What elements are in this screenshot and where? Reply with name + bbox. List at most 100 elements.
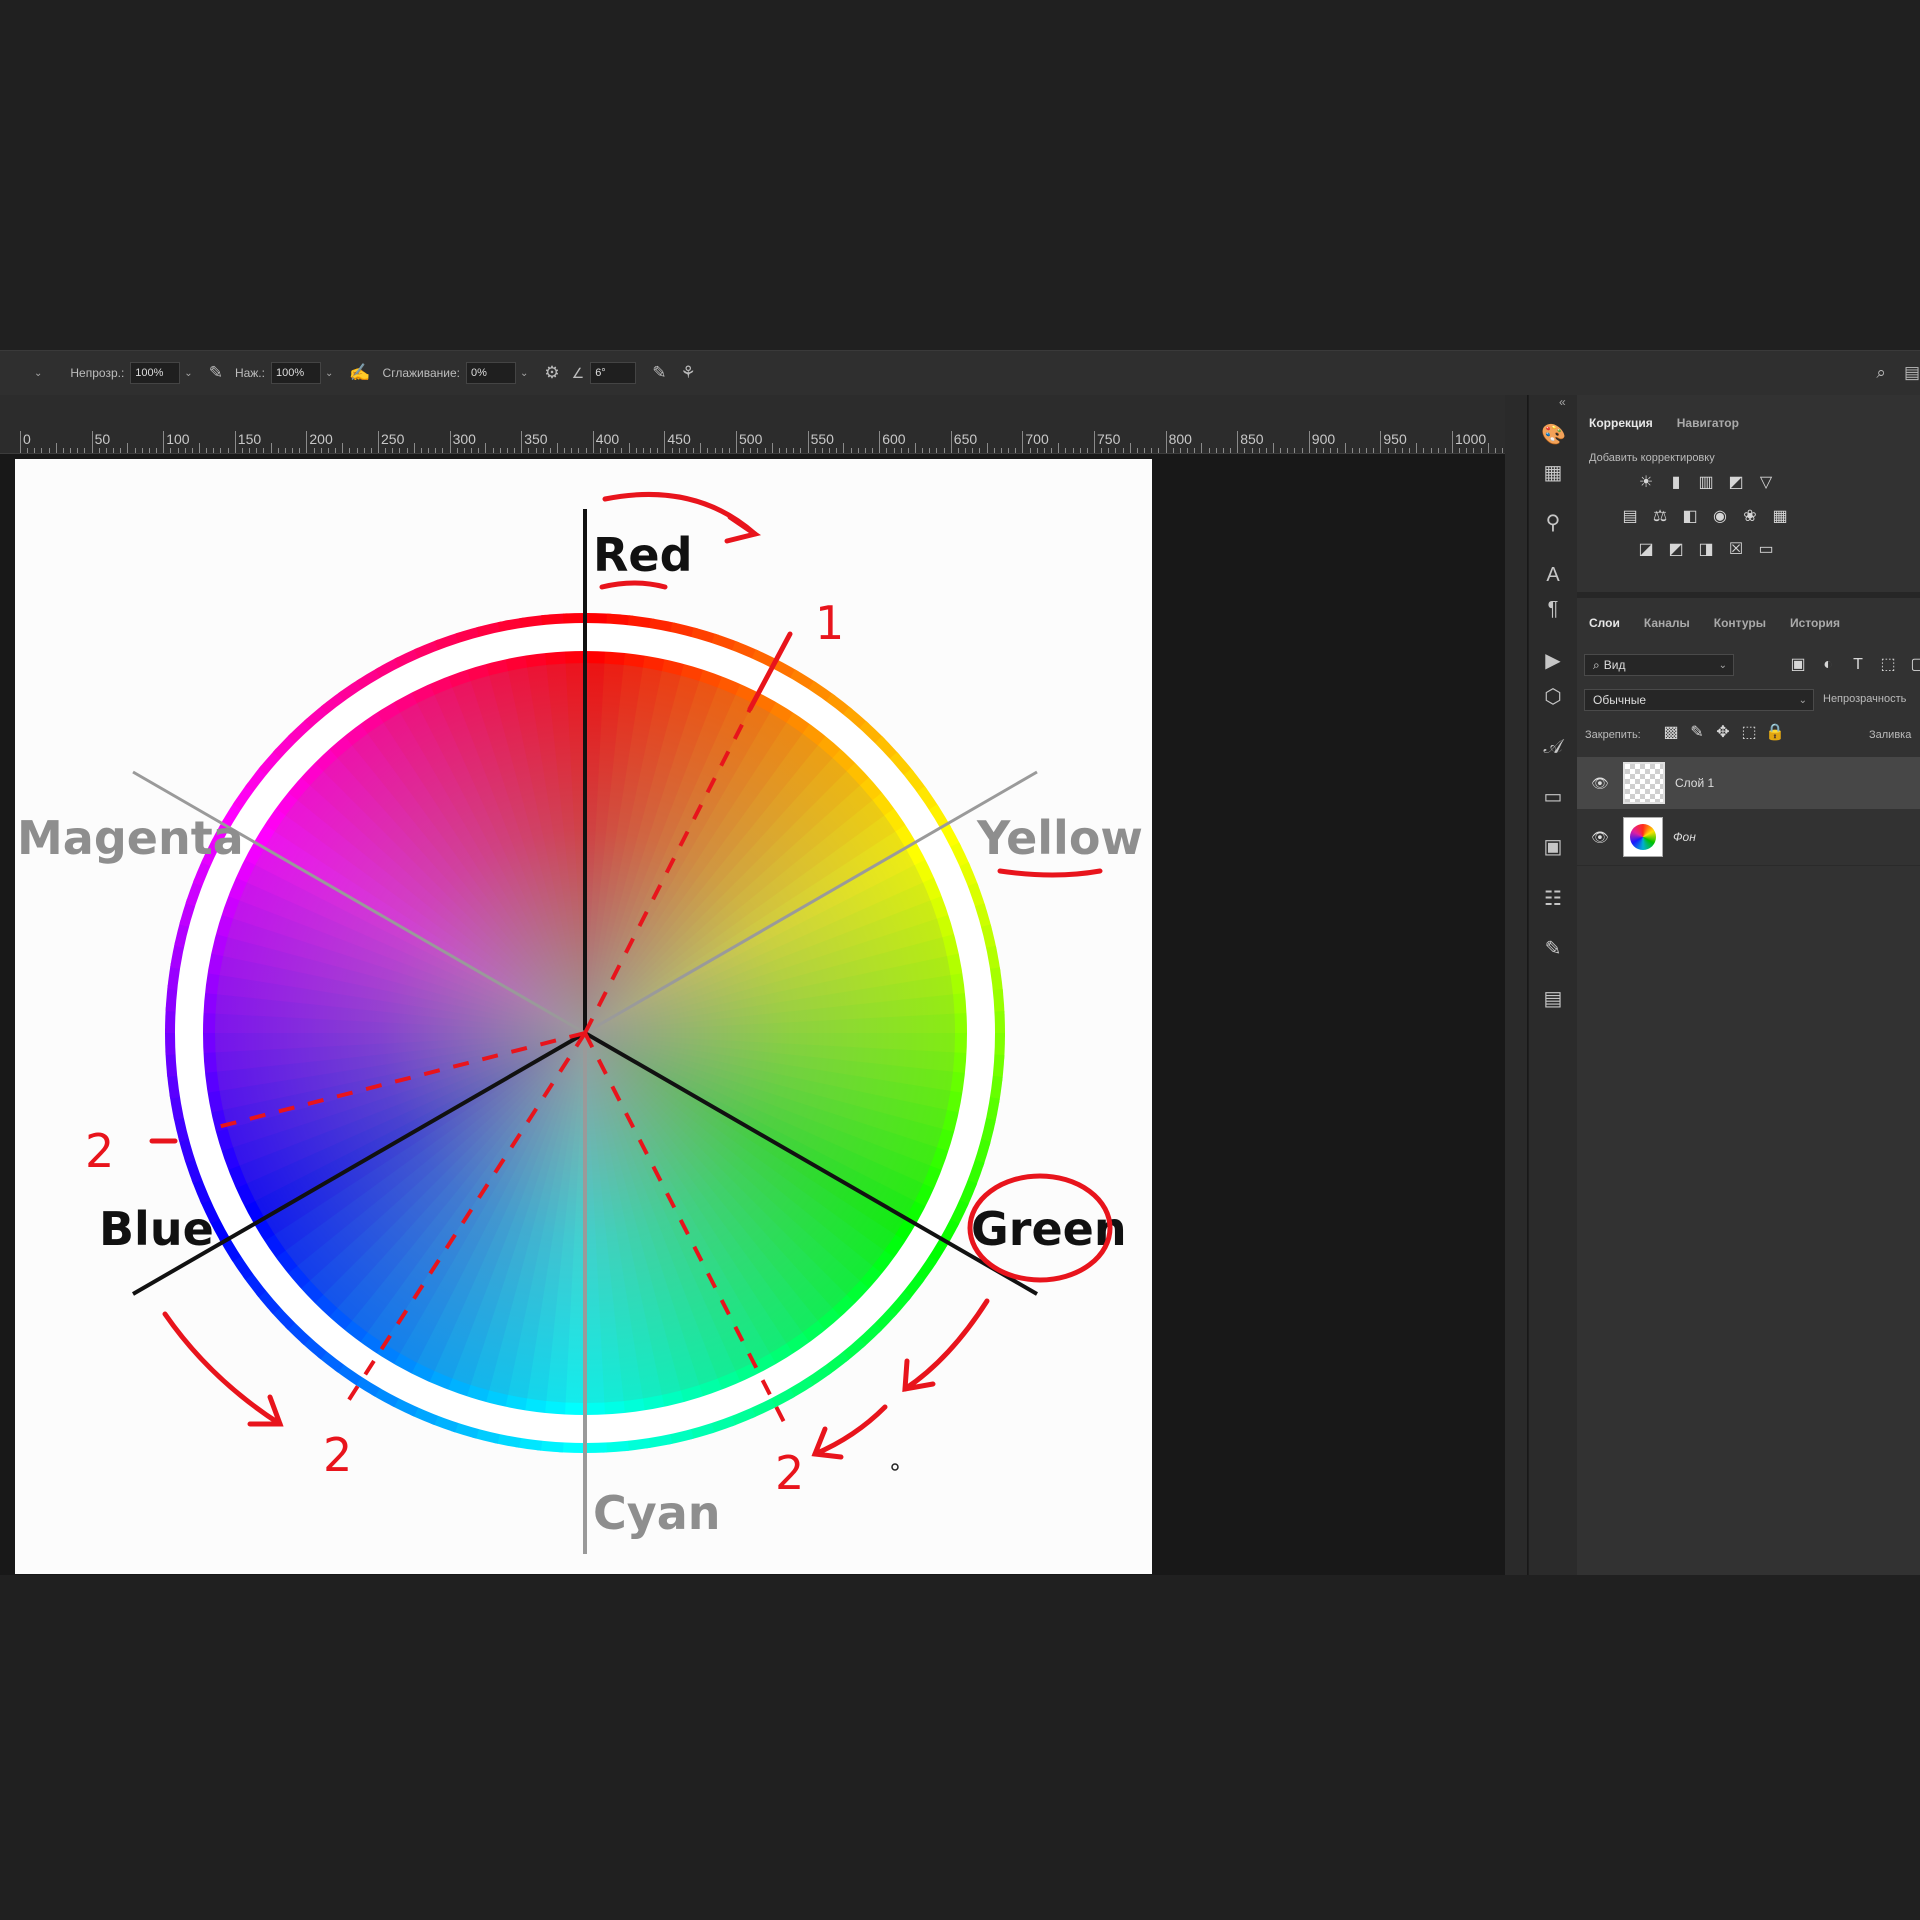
pressure-size-icon[interactable]: ✎ [652, 363, 666, 383]
layer-filter-dropdown[interactable]: ⌕ Вид ⌄ [1584, 654, 1734, 676]
collapse-panels-icon[interactable]: « [1559, 395, 1920, 409]
color-lookup-icon[interactable]: ▦ [1769, 506, 1791, 528]
tab-correction[interactable]: Коррекция [1577, 416, 1665, 430]
ruler-major-tick [664, 431, 666, 453]
ruler-minor-tick [113, 448, 115, 453]
ruler-minor-tick [1358, 448, 1360, 453]
gear-icon[interactable]: ⚙ [544, 363, 559, 383]
filter-shape-icon[interactable]: ⬚ [1877, 654, 1899, 676]
ruler-minor-tick [1015, 448, 1017, 453]
smoothing-dropdown-icon[interactable]: ⌄ [520, 368, 528, 379]
filter-image-icon[interactable]: ▣ [1787, 654, 1809, 676]
clone-source-icon[interactable]: ⚲ [1541, 511, 1565, 535]
arrow-blue-bottom [162, 1311, 283, 1427]
tab-history[interactable]: История [1778, 616, 1852, 630]
character-icon[interactable]: A [1541, 563, 1565, 587]
ruler-minor-tick [1444, 448, 1446, 453]
search-icon[interactable]: ⌕ [1876, 363, 1886, 383]
layer-row-background[interactable]: 👁 Фон [1577, 811, 1920, 863]
gradient-map-icon[interactable]: ▭ [1755, 539, 1777, 561]
filter-adjustment-icon[interactable]: ◐ [1817, 654, 1839, 676]
visibility-eye-icon[interactable]: 👁 [1591, 829, 1609, 846]
curves-icon[interactable]: ▥ [1695, 472, 1717, 494]
lock-transparency-icon[interactable]: ▩ [1661, 722, 1681, 744]
smoothing-field[interactable]: 0% [465, 362, 516, 384]
color-wheel-image: Red Yellow Magenta Blue Green Cyan 1 2 2… [17, 491, 1143, 1554]
blend-mode-dropdown[interactable]: Обычные ⌄ [1584, 689, 1814, 711]
flow-dropdown-icon[interactable]: ⌄ [325, 368, 333, 379]
lock-artboard-icon[interactable]: ⬚ [1739, 722, 1759, 744]
annotation-one: 1 [815, 596, 844, 650]
document-canvas[interactable]: Red Yellow Magenta Blue Green Cyan 1 2 2… [15, 459, 1152, 1574]
color-balance-icon[interactable]: ⚖ [1649, 506, 1671, 528]
ruler-label: 300 [452, 431, 476, 447]
ruler-label: 350 [524, 431, 548, 447]
ruler-label: 750 [1097, 431, 1121, 447]
ruler-minor-tick [564, 448, 566, 453]
ruler-major-tick [449, 431, 451, 453]
visibility-eye-icon[interactable]: 👁 [1591, 775, 1609, 792]
swatches-grid-icon[interactable]: ▦ [1541, 461, 1565, 485]
right-panel-dock: « Коррекция Навигатор Добавить корректир… [1559, 395, 1920, 1575]
photo-filter-icon[interactable]: ◉ [1709, 506, 1731, 528]
ruler-minor-tick [585, 448, 587, 453]
workspace-icon[interactable]: ▤ [1904, 363, 1920, 383]
filter-smart-icon[interactable]: ▢ [1907, 654, 1920, 676]
ruler-minor-tick [1273, 443, 1274, 453]
paragraph-icon[interactable]: ¶ [1541, 597, 1565, 621]
selective-color-icon[interactable]: ☒ [1725, 539, 1747, 561]
airbrush-icon[interactable]: ✍ [349, 363, 370, 383]
symmetry-icon[interactable]: ⚘ [680, 363, 695, 383]
ruler-minor-tick [764, 448, 766, 453]
black-white-icon[interactable]: ◧ [1679, 506, 1701, 528]
properties-icon[interactable]: ☷ [1541, 887, 1565, 911]
ruler-minor-tick [1136, 448, 1138, 453]
ruler-minor-tick [55, 443, 57, 453]
vibrance-icon[interactable]: ▤ [1619, 506, 1641, 528]
chevron-down-icon: ⌄ [34, 367, 43, 379]
brush-settings-icon[interactable]: ✎ [1541, 937, 1565, 961]
ruler-major-tick [378, 431, 379, 453]
ruler-minor-tick [363, 448, 365, 453]
tab-channels[interactable]: Каналы [1632, 616, 1702, 630]
ruler-major-tick [1094, 431, 1095, 453]
palette-icon[interactable]: 🎨 [1541, 423, 1566, 447]
lock-all-icon[interactable]: 🔒 [1765, 722, 1785, 744]
ruler-minor-tick [979, 448, 981, 453]
lock-move-icon[interactable]: ✥ [1713, 722, 1733, 744]
layer-row-layer1[interactable]: 👁 Слой 1 [1577, 757, 1920, 809]
play-actions-icon[interactable]: ▶ [1541, 649, 1565, 673]
opacity-field[interactable]: 100% [130, 362, 181, 384]
posterize-icon[interactable]: ◩ [1665, 539, 1687, 561]
opacity-dropdown-icon[interactable]: ⌄ [184, 368, 192, 379]
gradient-map-triangle-icon[interactable]: ▽ [1755, 472, 1777, 494]
threshold-icon[interactable]: ◨ [1695, 539, 1717, 561]
ruler-minor-tick [277, 448, 279, 453]
ruler-minor-tick [184, 448, 186, 453]
invert-icon[interactable]: ◪ [1635, 539, 1657, 561]
channel-mixer-icon[interactable]: ❀ [1739, 506, 1761, 528]
3d-cube-icon[interactable]: ⬡ [1541, 685, 1565, 709]
libraries-icon[interactable]: ▣ [1541, 835, 1565, 859]
ruler-minor-tick [771, 443, 773, 453]
brush-preset-picker[interactable]: ⌄ [0, 368, 42, 379]
flow-field[interactable]: 100% [270, 362, 321, 384]
ruler-minor-tick [456, 448, 458, 453]
glyphs-icon[interactable]: 𝒜 [1541, 735, 1565, 759]
gradient-icon[interactable]: ▭ [1541, 785, 1565, 809]
filter-type-icon[interactable]: T [1847, 654, 1869, 676]
ruler-label: 800 [1168, 431, 1192, 447]
pressure-opacity-icon[interactable]: ✎ [209, 363, 223, 383]
tab-layers[interactable]: Слои [1577, 616, 1632, 630]
ruler-minor-tick [1108, 448, 1110, 453]
tab-navigator[interactable]: Навигатор [1665, 416, 1751, 430]
exposure-icon[interactable]: ◩ [1725, 472, 1747, 494]
lock-brush-icon[interactable]: ✎ [1687, 722, 1707, 744]
layer-comps-icon[interactable]: ▤ [1541, 987, 1565, 1011]
angle-field[interactable]: 6° [590, 362, 637, 384]
brightness-icon[interactable]: ☀ [1635, 472, 1657, 494]
tab-paths[interactable]: Контуры [1702, 616, 1778, 630]
vertical-scrollbar[interactable] [1505, 395, 1527, 1575]
levels-icon[interactable]: ▮ [1665, 472, 1687, 494]
ruler-minor-tick [1086, 448, 1088, 453]
